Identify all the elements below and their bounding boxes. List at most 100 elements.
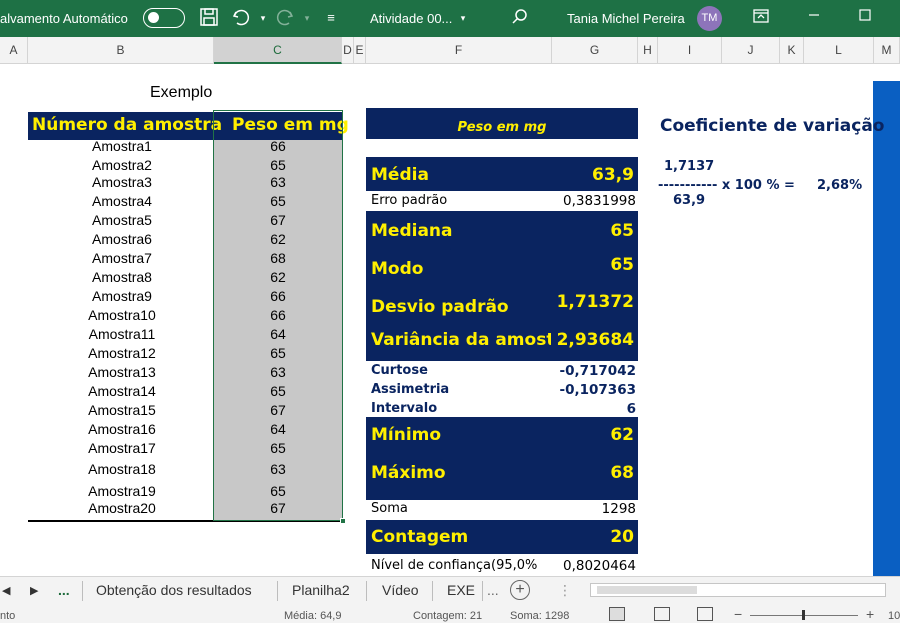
amostra-cell[interactable]: Amostra12 (70, 345, 174, 361)
amostra-cell[interactable]: Amostra4 (70, 193, 174, 209)
media-label[interactable]: Média (371, 165, 429, 185)
column-header-e[interactable]: E (354, 37, 366, 64)
status-contagem[interactable]: Contagem: 21 (413, 610, 482, 622)
contagem-value[interactable]: 20 (610, 527, 634, 547)
coef-denominator[interactable]: 63,9 (673, 193, 705, 208)
undo-icon[interactable] (230, 7, 252, 29)
redo-dropdown-icon[interactable]: ▾ (296, 7, 318, 29)
desvio-padrao-value[interactable]: 1,71372 (557, 292, 634, 312)
intervalo-label[interactable]: Intervalo (371, 401, 437, 416)
column-header-g[interactable]: G (552, 37, 638, 64)
curtose-value[interactable]: -0,717042 (560, 363, 637, 379)
minimo-value[interactable]: 62 (610, 425, 634, 445)
amostra-cell[interactable]: Amostra6 (70, 231, 174, 247)
page-break-view-icon[interactable] (697, 607, 713, 621)
coef-result[interactable]: 2,68% (817, 178, 862, 193)
contagem-label[interactable]: Contagem (371, 527, 468, 547)
amostra-cell[interactable]: Amostra15 (70, 402, 174, 418)
soma-label[interactable]: Soma (371, 501, 408, 516)
mediana-value[interactable]: 65 (610, 221, 634, 241)
add-sheet-icon[interactable]: + (510, 580, 530, 600)
column-header-h[interactable]: H (638, 37, 658, 64)
undo-dropdown-icon[interactable]: ▾ (252, 7, 274, 29)
zoom-level[interactable]: 10 (888, 610, 900, 622)
stats-header[interactable]: Peso em mg (366, 120, 638, 135)
intervalo-value[interactable]: 6 (627, 401, 636, 417)
scroll-tabs-right-icon[interactable]: ▶ (30, 584, 38, 597)
mediana-label[interactable]: Mediana (371, 221, 453, 241)
zoom-out-icon[interactable]: − (734, 606, 742, 622)
document-title[interactable]: Atividade 00... (370, 11, 452, 26)
worksheet-grid[interactable]: Exemplo Número da amostra Peso em mg Amo… (0, 64, 900, 576)
amostra-cell[interactable]: Amostra10 (70, 307, 174, 323)
column-header-c[interactable]: C (214, 37, 342, 64)
scroll-tabs-left-icon[interactable]: ◀ (2, 584, 10, 597)
column-header-a[interactable]: A (0, 37, 28, 64)
curtose-label[interactable]: Curtose (371, 363, 428, 378)
amostra-cell[interactable]: Amostra13 (70, 364, 174, 380)
amostra-cell[interactable]: Amostra3 (70, 174, 174, 190)
minimo-label[interactable]: Mínimo (371, 425, 441, 445)
example-label[interactable]: Exemplo (150, 84, 212, 102)
tab-obtencao-resultados[interactable]: Obtenção dos resultados (96, 582, 252, 598)
tab-planilha2[interactable]: Planilha2 (292, 582, 350, 598)
status-media[interactable]: Média: 64,9 (284, 610, 341, 622)
soma-value[interactable]: 1298 (602, 501, 636, 517)
normal-view-icon[interactable] (609, 607, 625, 621)
erro-padrao-label[interactable]: Erro padrão (371, 193, 447, 208)
assimetria-label[interactable]: Assimetria (371, 382, 449, 397)
column-header-f[interactable]: F (366, 37, 552, 64)
amostra-cell[interactable]: Amostra11 (70, 326, 174, 342)
tab-video[interactable]: Vídeo (382, 582, 419, 598)
coef-variacao-title[interactable]: Coeficiente de variação (660, 116, 884, 136)
desvio-padrao-label[interactable]: Desvio padrão (371, 297, 509, 317)
horizontal-scroll-thumb[interactable] (597, 586, 697, 594)
assimetria-value[interactable]: -0,107363 (560, 382, 637, 398)
amostra-cell[interactable]: Amostra16 (70, 421, 174, 437)
amostra-cell[interactable]: Amostra1 (70, 138, 174, 154)
nivel-confianca-value[interactable]: 0,8020464 (563, 558, 636, 574)
amostra-cell[interactable]: Amostra18 (70, 461, 174, 477)
column-header-d[interactable]: D (342, 37, 354, 64)
ribbon-display-icon[interactable] (750, 7, 772, 29)
column-header-i[interactable]: I (658, 37, 722, 64)
status-soma[interactable]: Soma: 1298 (510, 610, 569, 622)
tabs-ellipsis[interactable]: ... (58, 582, 70, 598)
variancia-value[interactable]: 2,93684 (557, 330, 634, 350)
quick-access-more-icon[interactable]: ≡ (320, 7, 342, 29)
column-header-l[interactable]: L (804, 37, 874, 64)
maximize-icon[interactable] (854, 7, 876, 29)
amostra-cell[interactable]: Amostra14 (70, 383, 174, 399)
nivel-confianca-label[interactable]: Nível de confiança(95,0% (371, 558, 554, 573)
amostra-cell[interactable]: Amostra20 (70, 500, 174, 516)
tab-exe[interactable]: EXE (447, 582, 475, 598)
erro-padrao-value[interactable]: 0,3831998 (563, 193, 636, 209)
modo-label[interactable]: Modo (371, 259, 423, 279)
column-header-k[interactable]: K (780, 37, 804, 64)
tab-bar-more-icon[interactable]: ⋮ (558, 582, 572, 599)
amostra-cell[interactable]: Amostra19 (70, 483, 174, 499)
header-numero-amostra[interactable]: Número da amostra (32, 115, 222, 135)
search-icon[interactable] (509, 7, 531, 29)
zoom-in-icon[interactable]: + (866, 606, 874, 622)
coef-numerator[interactable]: 1,7137 (664, 159, 714, 174)
column-header-m[interactable]: M (874, 37, 900, 64)
variancia-label[interactable]: Variância da amostr (371, 330, 551, 350)
amostra-cell[interactable]: Amostra17 (70, 440, 174, 456)
fill-handle[interactable] (340, 518, 346, 524)
amostra-cell[interactable]: Amostra9 (70, 288, 174, 304)
redo-icon[interactable] (274, 7, 296, 29)
maximo-value[interactable]: 68 (610, 463, 634, 483)
minimize-icon[interactable] (803, 7, 825, 29)
amostra-cell[interactable]: Amostra7 (70, 250, 174, 266)
amostra-cell[interactable]: Amostra5 (70, 212, 174, 228)
coef-fraction-line[interactable]: ----------- x 100 % = (658, 178, 795, 193)
modo-value[interactable]: 65 (610, 255, 634, 275)
maximo-label[interactable]: Máximo (371, 463, 446, 483)
column-header-j[interactable]: J (722, 37, 780, 64)
amostra-cell[interactable]: Amostra8 (70, 269, 174, 285)
title-dropdown-icon[interactable]: ▾ (452, 7, 474, 29)
tabs-more[interactable]: ... (487, 582, 499, 598)
save-icon[interactable] (198, 7, 220, 29)
autosave-toggle[interactable] (143, 8, 185, 28)
